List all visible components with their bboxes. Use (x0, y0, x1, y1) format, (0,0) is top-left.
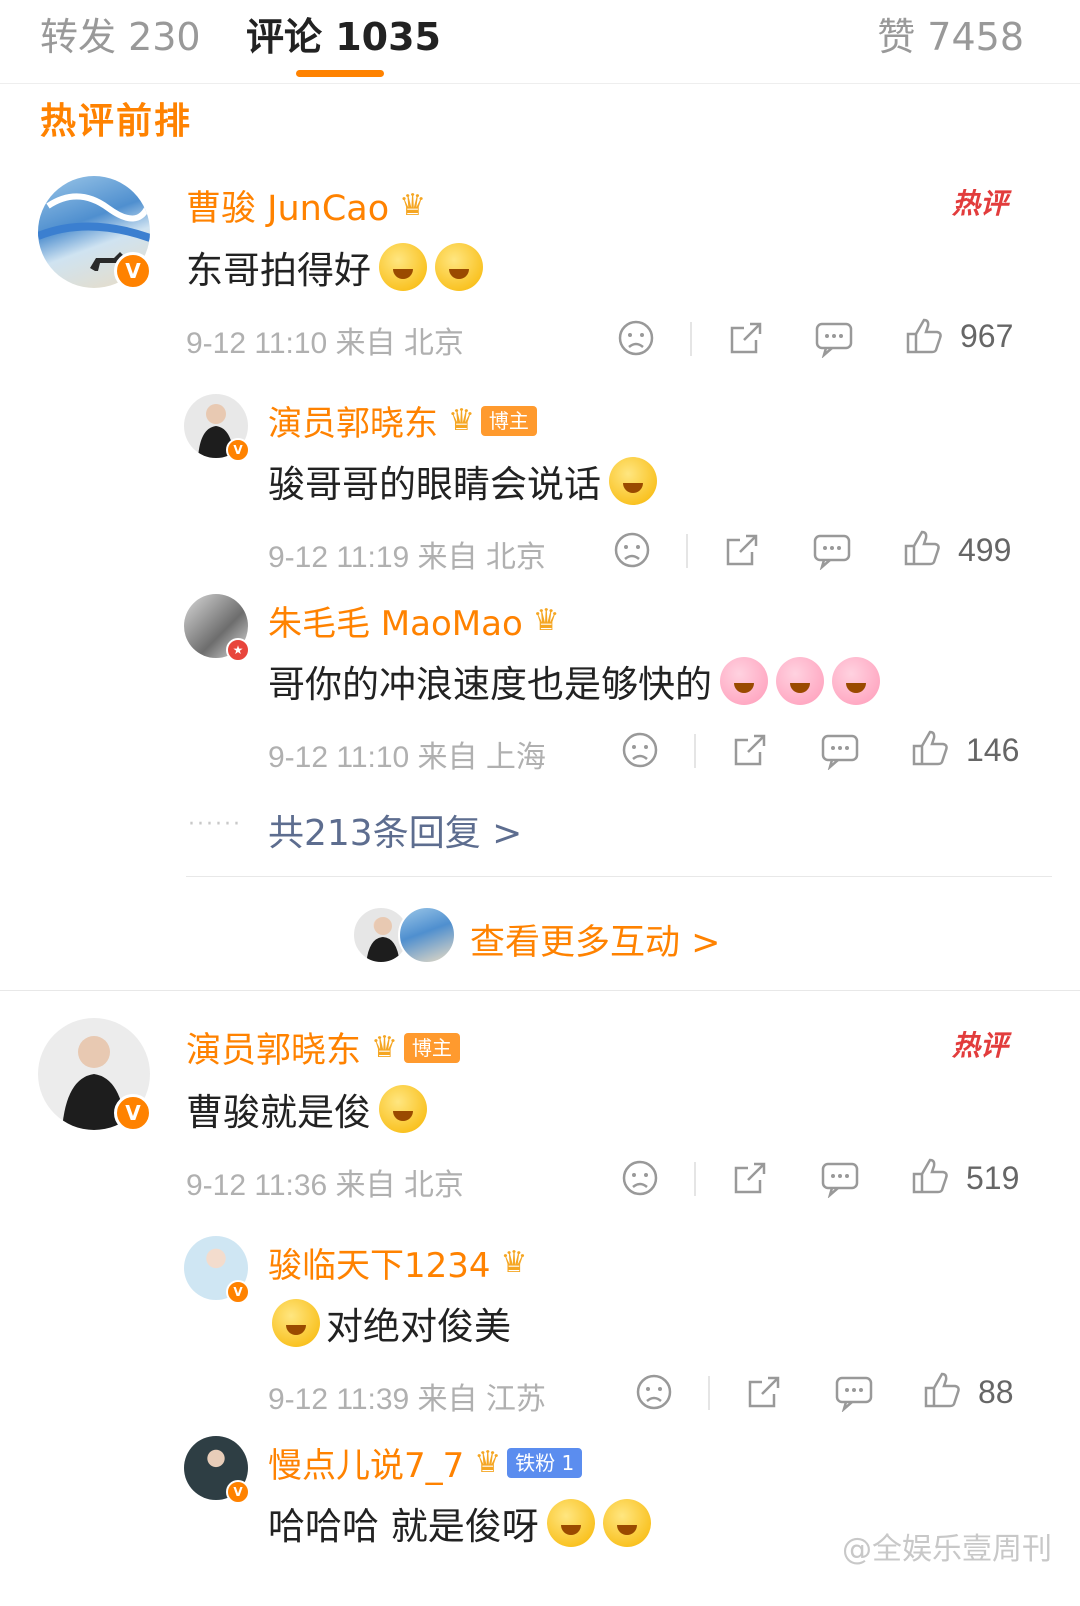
tab-like[interactable]: 赞 7458 (877, 6, 1024, 61)
flower-emoji-icon (832, 657, 880, 705)
dislike-icon[interactable] (634, 1372, 674, 1412)
avatar (398, 906, 456, 964)
grin-emoji-icon (546, 1499, 595, 1547)
divider (690, 322, 692, 356)
share-icon[interactable] (726, 318, 766, 358)
dots-separator: ······ (188, 812, 242, 837)
divider (694, 1162, 696, 1196)
comment-meta: 9-12 11:10 来自 北京 (186, 327, 464, 360)
commenter-name[interactable]: 演员郭晓东 ♛ 博主 (268, 396, 537, 445)
surprised-emoji-icon (435, 243, 483, 291)
reply-text: 哥你的冲浪速度也是够快的 (268, 654, 880, 708)
comment-meta: 9-12 11:39 来自 江苏 (268, 1383, 546, 1416)
smile-emoji-icon (609, 457, 657, 505)
commenter-name[interactable]: 慢点儿说7_7 ♛ 铁粉 1 (268, 1438, 583, 1487)
more-replies-link[interactable]: 共213条回复 > (268, 804, 522, 856)
comment-text-body: 东哥拍得好 (186, 249, 371, 292)
like-icon[interactable] (910, 1156, 950, 1196)
watermark: @全娱乐壹周刊 (842, 1532, 1052, 1567)
comment-meta: 9-12 11:19 来自 北京 (268, 541, 546, 574)
hot-comment-badge: 热评 (952, 1029, 1009, 1062)
flower-emoji-icon (776, 657, 824, 705)
tab-comment[interactable]: 评论 1035 (246, 6, 441, 61)
badge-icon: ★ (226, 638, 250, 662)
tab-repost[interactable]: 转发 230 (40, 6, 201, 61)
fan-level-tag: 铁粉 1 (507, 1447, 583, 1478)
reply-text: 对绝对俊美 (268, 1296, 511, 1350)
verified-badge-icon: V (226, 1480, 250, 1504)
reply-text: 哈哈哈 就是俊呀 (268, 1496, 651, 1550)
reply-icon[interactable] (812, 530, 852, 570)
surprised-emoji-icon (379, 243, 427, 291)
reply-text-body: 骏哥哥的眼睛会说话 (268, 463, 601, 506)
comment-meta: 9-12 11:36 来自 北京 (186, 1169, 464, 1202)
crown-icon: ♛ (532, 603, 560, 638)
active-tab-indicator (296, 70, 384, 77)
like-count: 519 (966, 1160, 1020, 1196)
reply-icon[interactable] (820, 1158, 860, 1198)
commenter-name[interactable]: 骏临天下1234 ♛ (268, 1238, 527, 1287)
crown-icon: ♛ (474, 1445, 502, 1480)
divider (186, 876, 1052, 877)
dislike-icon[interactable] (612, 530, 652, 570)
more-interaction-link[interactable]: 查看更多互动 > (470, 914, 720, 965)
divider (686, 534, 688, 568)
reply-icon[interactable] (820, 730, 860, 770)
commenter-name[interactable]: 曹骏 JunCao ♛ (186, 180, 426, 231)
reply-text-body: 对绝对俊美 (326, 1305, 511, 1348)
crown-icon: ♛ (371, 1030, 398, 1065)
crown-icon: ♛ (399, 188, 427, 223)
share-icon[interactable] (722, 530, 762, 570)
commenter-name-text: 慢点儿说7_7 (268, 1446, 465, 1486)
commenter-name-text: 骏临天下1234 (268, 1246, 491, 1286)
blogger-tag: 博主 (403, 1032, 460, 1063)
commenter-name-text: 朱毛毛 MaoMao (268, 604, 523, 644)
reply-text: 骏哥哥的眼睛会说话 (268, 454, 657, 508)
divider (708, 1376, 710, 1410)
reply-icon[interactable] (814, 318, 854, 358)
dislike-icon[interactable] (620, 1158, 660, 1198)
commenter-name-text: 曹骏 JunCao (186, 189, 390, 229)
crown-icon: ♛ (500, 1245, 528, 1280)
like-count: 499 (958, 532, 1012, 568)
blogger-tag: 博主 (480, 405, 537, 436)
section-title: 热评前排 (40, 101, 193, 142)
commenter-name[interactable]: 朱毛毛 MaoMao ♛ (268, 596, 560, 645)
like-icon[interactable] (902, 528, 942, 568)
hot-comment-badge: 热评 (952, 187, 1009, 220)
comment-meta: 9-12 11:10 来自 上海 (268, 741, 546, 774)
comment-text: 东哥拍得好 (186, 240, 483, 294)
share-icon[interactable] (730, 730, 770, 770)
dislike-icon[interactable] (620, 730, 660, 770)
reply-text-body: 哥你的冲浪速度也是够快的 (268, 663, 712, 706)
like-icon[interactable] (922, 1370, 962, 1410)
share-icon[interactable] (730, 1158, 770, 1198)
verified-badge-icon: V (114, 1094, 152, 1132)
commenter-name-text: 演员郭晓东 (186, 1031, 362, 1071)
divider (0, 990, 1080, 991)
like-count: 146 (966, 732, 1020, 768)
like-count: 967 (960, 318, 1014, 354)
reply-icon[interactable] (834, 1372, 874, 1412)
laughing-emoji-icon (272, 1299, 320, 1347)
share-icon[interactable] (744, 1372, 784, 1412)
comment-tabs: 转发 230 评论 1035 赞 7458 (0, 0, 1080, 84)
verified-badge-icon: V (114, 252, 152, 290)
comment-text-body: 曹骏就是俊 (186, 1091, 371, 1134)
commenter-name[interactable]: 演员郭晓东 ♛ 博主 (186, 1022, 460, 1073)
comment-text: 曹骏就是俊 (186, 1082, 427, 1136)
crown-icon: ♛ (448, 403, 475, 438)
dislike-icon[interactable] (616, 318, 656, 358)
like-icon[interactable] (910, 728, 950, 768)
like-count: 88 (978, 1374, 1014, 1410)
flower-emoji-icon (720, 657, 768, 705)
grin-emoji-icon (602, 1499, 651, 1547)
verified-badge-icon: V (226, 438, 250, 462)
verified-badge-icon: V (226, 1280, 250, 1304)
reply-text-body: 哈哈哈 就是俊呀 (268, 1505, 539, 1548)
divider (694, 734, 696, 768)
commenter-name-text: 演员郭晓东 (268, 404, 438, 444)
like-icon[interactable] (904, 316, 944, 356)
smile-emoji-icon (379, 1085, 427, 1133)
